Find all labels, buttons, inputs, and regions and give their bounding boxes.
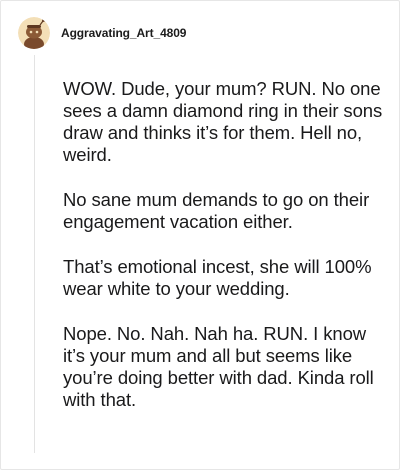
- user-avatar-icon[interactable]: [18, 17, 50, 49]
- username[interactable]: Aggravating_Art_4809: [61, 26, 186, 40]
- comment-paragraph: WOW. Dude, your mum? RUN. No one sees a …: [63, 78, 383, 165]
- thread-line[interactable]: [34, 55, 35, 453]
- comment-paragraph: Nope. No. Nah. Nah ha. RUN. I know it’s …: [63, 323, 374, 410]
- comment-paragraph: No sane mum demands to go on their engag…: [63, 189, 370, 232]
- comment-paragraph: That’s emotional incest, she will 100% w…: [63, 256, 372, 299]
- comment-card: Aggravating_Art_4809 WOW. Dude, your mum…: [0, 0, 400, 470]
- comment-body: WOW. Dude, your mum? RUN. No one sees a …: [63, 78, 385, 434]
- comment-header: Aggravating_Art_4809: [18, 17, 186, 49]
